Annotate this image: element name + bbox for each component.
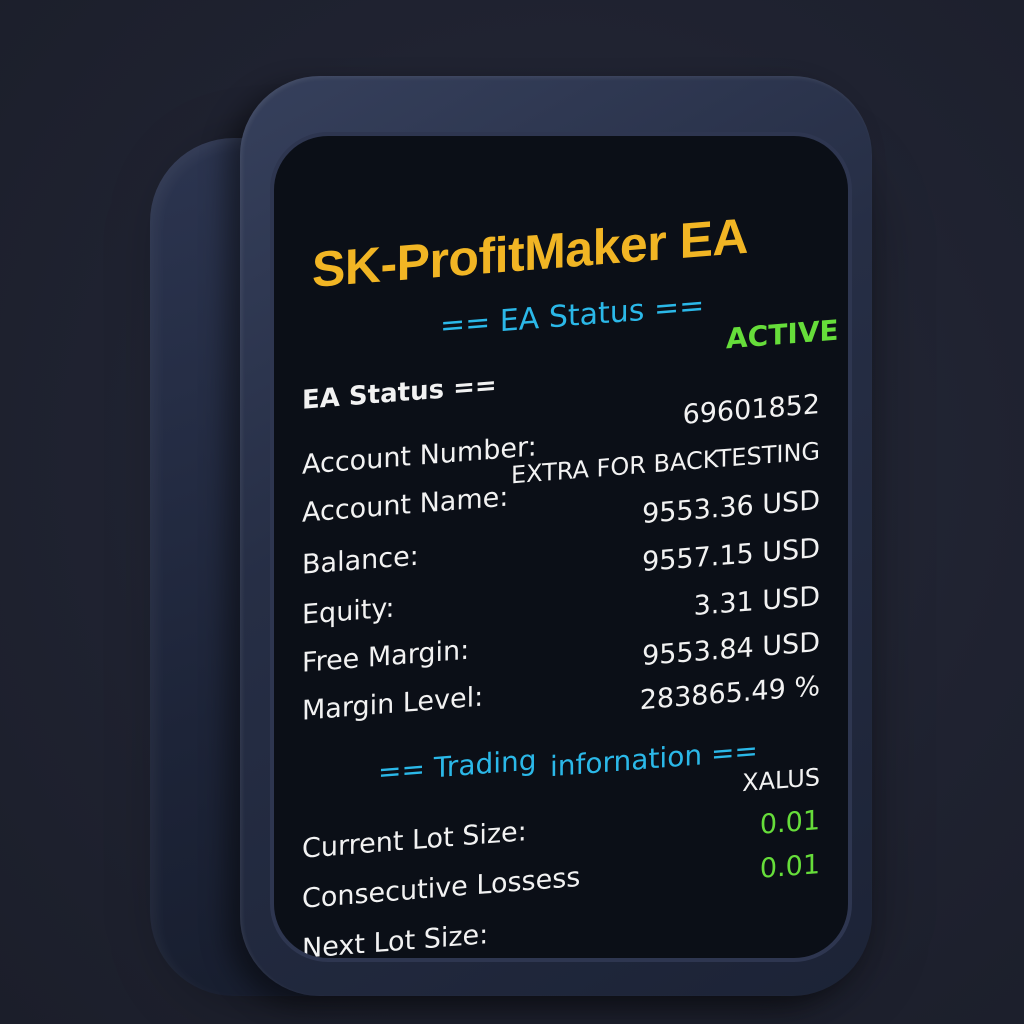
- equity-value: 9557.15 USD: [642, 533, 820, 579]
- free-margin-value: 3.31 USD: [693, 581, 820, 622]
- symbol-value: XALUS: [742, 763, 820, 798]
- next-lot-label: Next Lot Size:: [302, 919, 489, 962]
- status-section-header: == EA Status ==: [440, 288, 705, 344]
- consecutive-losses-value: 0.01: [759, 849, 820, 885]
- balance-value: 9553.36 USD: [642, 485, 820, 531]
- ea-panel-screen: SK-ProfitMaker EA == EA Status == ACTIVE…: [270, 132, 852, 962]
- current-lot-value: 0.01: [759, 805, 820, 841]
- margin-level-label: Margin Level:: [302, 681, 484, 727]
- status-active-badge: ACTIVE: [726, 313, 839, 356]
- account-number-value: 69601852: [682, 389, 820, 431]
- free-margin-label: Free Margin:: [302, 634, 470, 679]
- account-number-label: Account Number:: [302, 431, 537, 481]
- account-name-label: Account Name:: [302, 481, 509, 529]
- trading-section-header-right: infornation ==: [550, 733, 758, 784]
- account-name-value: EXTRA FOR BACKTESTING: [510, 437, 820, 490]
- equity-label: Equity:: [302, 592, 395, 631]
- margin-percent-value: 283865.49 %: [639, 671, 820, 717]
- trading-section-header-left: == Trading: [378, 743, 537, 789]
- margin-level-value: 9553.84 USD: [642, 627, 820, 673]
- consecutive-losses-label: Consecutive Lossess: [302, 861, 581, 915]
- ea-panel-content: SK-ProfitMaker EA == EA Status == ACTIVE…: [274, 136, 848, 962]
- balance-label: Balance:: [302, 540, 419, 581]
- current-lot-label: Current Lot Size:: [302, 816, 527, 865]
- panel-title: SK-ProfitMaker EA: [312, 207, 749, 299]
- scene: SK-ProfitMaker EA == EA Status == ACTIVE…: [0, 0, 1024, 1024]
- status-sub-label: EA Status ==: [302, 370, 497, 416]
